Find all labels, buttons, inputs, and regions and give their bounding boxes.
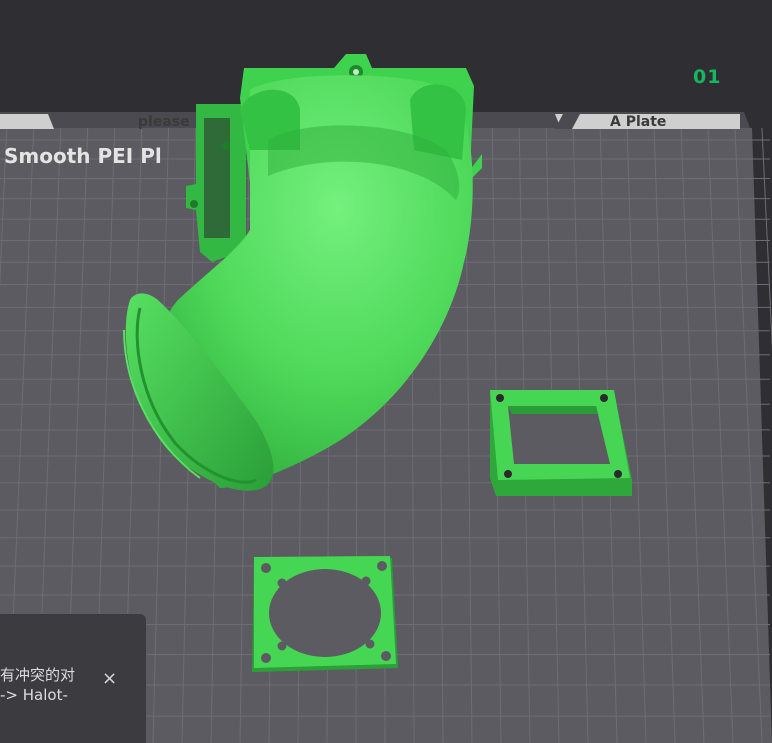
- square-frame-part[interactable]: [490, 390, 632, 496]
- plate-index-label[interactable]: 01: [693, 66, 721, 88]
- plate-name-label[interactable]: A Plate: [610, 114, 666, 130]
- notification-line-2: -> Halot-: [0, 686, 68, 704]
- plate-type-title: Smooth PEI Pl: [4, 144, 162, 168]
- object-name-label: please: [138, 114, 190, 130]
- name-tab-left: [0, 114, 54, 129]
- gasket-plate-part[interactable]: [252, 556, 398, 672]
- notification-line-1: 有冲突的对: [0, 666, 76, 684]
- 3d-viewport[interactable]: 01 please A Plate Smooth PEI Pl 有冲突的对 ->…: [0, 0, 772, 743]
- close-icon[interactable]: ×: [102, 668, 117, 689]
- conflict-notification: 有冲突的对 -> Halot- ×: [0, 614, 146, 743]
